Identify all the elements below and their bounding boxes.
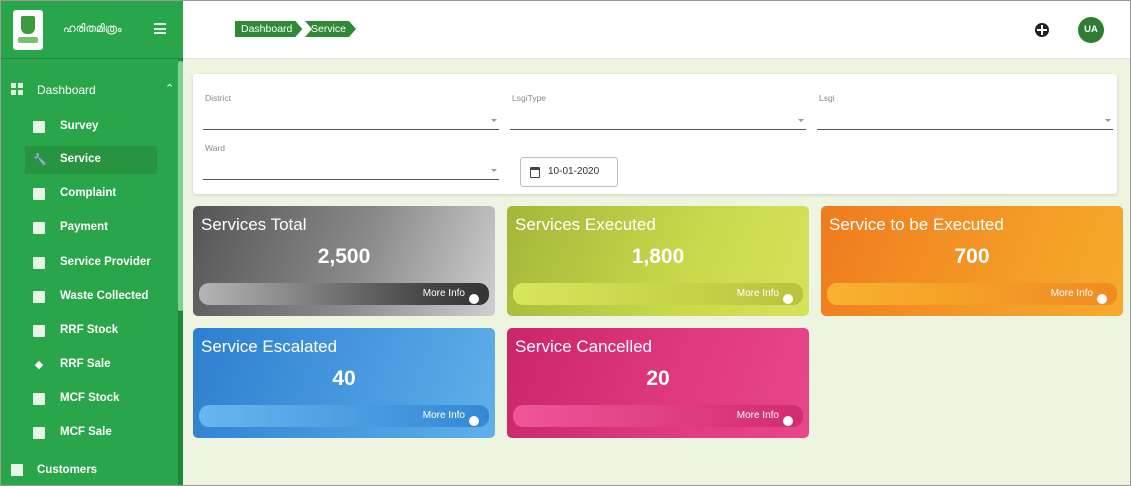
- logo: [13, 10, 43, 50]
- card-services-executed: Services Executed 1,800 More Info: [507, 206, 809, 316]
- sidebar-item-label: Waste Collected: [60, 290, 149, 302]
- dashboard-icon: [11, 83, 23, 95]
- mcf-stock-icon: [33, 393, 45, 405]
- payment-icon: [33, 222, 45, 234]
- more-info-text: More Info: [736, 288, 779, 299]
- sidebar-item-service-provider[interactable]: Service Provider: [25, 249, 177, 277]
- sidebar-item-mcf-stock[interactable]: MCF Stock: [25, 385, 177, 413]
- sidebar-item-label: Payment: [60, 221, 108, 233]
- rrf-stock-icon: [33, 325, 45, 337]
- card-service-cancelled: Service Cancelled 20 More Info: [507, 328, 809, 438]
- mcf-sale-icon: [33, 427, 45, 439]
- calendar-icon: [530, 167, 540, 178]
- sidebar-item-complaint[interactable]: Complaint: [25, 180, 177, 208]
- sidebar-item-label: RRF Sale: [60, 358, 111, 370]
- wrench-icon: 🔧: [33, 154, 47, 166]
- district-label: District: [205, 93, 231, 103]
- card-title: Services Executed: [515, 215, 656, 234]
- ward-select[interactable]: Ward: [203, 140, 499, 180]
- arrow-circle-icon: [1097, 294, 1107, 304]
- card-title: Services Total: [201, 215, 307, 234]
- brand-bar: ഹരിതമിത്രം: [1, 1, 183, 59]
- sidebar-item-label: RRF Stock: [60, 324, 119, 336]
- more-info-text: More Info: [422, 288, 465, 299]
- main-content: District LsgiType Lsgi Ward 10-01-2020 S…: [183, 59, 1130, 485]
- date-picker[interactable]: 10-01-2020: [520, 157, 618, 187]
- hamburger-menu-icon[interactable]: [154, 23, 166, 34]
- dropdown-arrow-icon: [491, 119, 497, 122]
- lsgi-label: Lsgi: [819, 93, 835, 103]
- more-info-link[interactable]: More Info: [199, 405, 489, 427]
- dropdown-arrow-icon: [491, 169, 497, 172]
- more-info-link[interactable]: More Info: [513, 283, 803, 305]
- lsgi-select[interactable]: Lsgi: [817, 90, 1113, 130]
- sidebar-item-dashboard[interactable]: Dashboard ⌃: [1, 77, 177, 103]
- card-value: 2,500: [317, 245, 371, 268]
- sidebar-item-label: Service Provider: [60, 256, 151, 268]
- card-value: 1,800: [631, 245, 685, 268]
- sidebar-item-label: MCF Stock: [60, 392, 120, 404]
- complaint-icon: [33, 188, 45, 200]
- card-service-to-be-executed: Service to be Executed 700 More Info: [821, 206, 1123, 316]
- dropdown-arrow-icon: [1105, 119, 1111, 122]
- card-title: Service Cancelled: [515, 337, 653, 356]
- waste-icon: [33, 291, 45, 303]
- card-value: 700: [954, 245, 990, 268]
- lsgi-type-label: LsgiType: [512, 93, 547, 103]
- sidebar-item-survey[interactable]: Survey: [25, 113, 177, 141]
- top-header: Dashboard Service UA: [183, 1, 1130, 59]
- date-value: 10-01-2020: [548, 166, 600, 177]
- card-value: 20: [646, 367, 670, 390]
- card-title: Service to be Executed: [829, 215, 1004, 234]
- avatar[interactable]: UA: [1078, 17, 1104, 43]
- sidebar-item-service[interactable]: 🔧 Service: [25, 146, 157, 174]
- sidebar-item-mcf-sale[interactable]: MCF Sale: [25, 419, 177, 447]
- survey-icon: [33, 121, 45, 133]
- sidebar-item-rrf-stock[interactable]: RRF Stock: [25, 317, 177, 345]
- arrow-circle-icon: [783, 416, 793, 426]
- arrow-circle-icon: [783, 294, 793, 304]
- tag-icon: ◆: [34, 359, 44, 371]
- service-provider-icon: [33, 257, 45, 269]
- card-title: Service Escalated: [201, 337, 338, 356]
- more-info-link[interactable]: More Info: [199, 283, 489, 305]
- dropdown-arrow-icon: [798, 119, 804, 122]
- filter-panel: District LsgiType Lsgi Ward 10-01-2020: [193, 74, 1117, 194]
- sidebar-item-waste-collected[interactable]: Waste Collected: [25, 283, 177, 311]
- sidebar-item-label: Service: [60, 153, 101, 165]
- card-services-total: Services Total 2,500 More Info: [193, 206, 495, 316]
- sidebar-item-customers[interactable]: Customers: [1, 459, 177, 485]
- more-info-text: More Info: [422, 410, 465, 421]
- globe-icon[interactable]: [1035, 23, 1049, 37]
- sidebar-item-label: Dashboard: [37, 83, 96, 97]
- card-service-escalated: Service Escalated 40 More Info: [193, 328, 495, 438]
- sidebar: ഹരിതമിത്രം Dashboard ⌃ Survey 🔧 Service …: [1, 1, 183, 485]
- customers-icon: [11, 464, 23, 476]
- sidebar-item-label: Customers: [37, 464, 98, 476]
- brand-name: ഹരിതമിത്രം: [63, 22, 122, 35]
- sidebar-item-rrf-sale[interactable]: ◆ RRF Sale: [25, 351, 177, 379]
- more-info-text: More Info: [736, 410, 779, 421]
- breadcrumb-dashboard[interactable]: Dashboard: [235, 21, 302, 37]
- breadcrumb-service[interactable]: Service: [305, 21, 356, 37]
- chevron-up-icon[interactable]: ⌃: [165, 82, 174, 95]
- arrow-circle-icon: [469, 416, 479, 426]
- sidebar-item-label: Survey: [60, 120, 99, 132]
- more-info-link[interactable]: More Info: [513, 405, 803, 427]
- arrow-circle-icon: [469, 294, 479, 304]
- district-select[interactable]: District: [203, 90, 499, 130]
- more-info-text: More Info: [1050, 288, 1093, 299]
- sidebar-item-payment[interactable]: Payment: [25, 214, 177, 242]
- sidebar-item-label: Complaint: [60, 187, 117, 199]
- more-info-link[interactable]: More Info: [827, 283, 1117, 305]
- ward-label: Ward: [205, 143, 225, 153]
- lsgi-type-select[interactable]: LsgiType: [510, 90, 806, 130]
- card-value: 40: [332, 367, 356, 390]
- app-window: ഹരിതമിത്രം Dashboard ⌃ Survey 🔧 Service …: [0, 0, 1131, 486]
- sidebar-item-label: MCF Sale: [60, 426, 112, 438]
